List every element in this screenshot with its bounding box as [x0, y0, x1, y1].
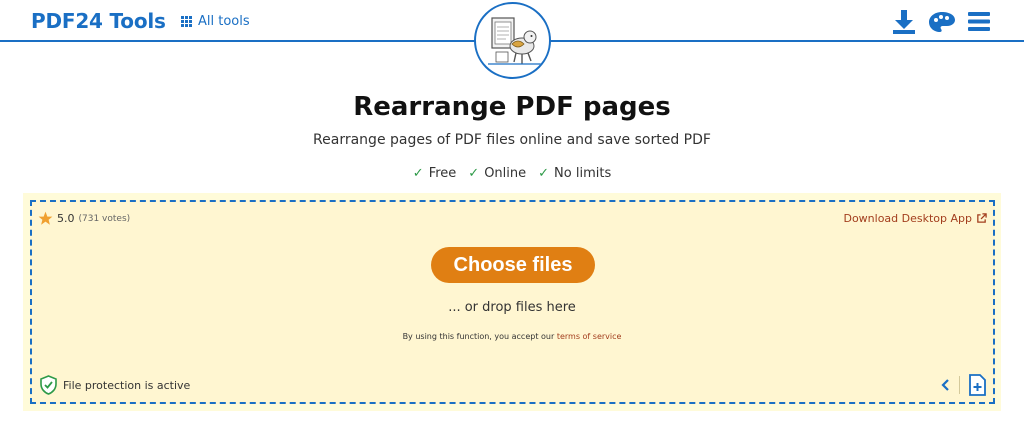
terms-prefix: By using this function, you accept our — [402, 332, 555, 341]
desktop-app-label: Download Desktop App — [843, 212, 972, 225]
star-icon — [38, 211, 53, 225]
checkmark-icon: ✓ — [468, 166, 480, 181]
all-tools-link[interactable]: All tools — [181, 14, 250, 29]
checkmark-icon: ✓ — [412, 166, 424, 181]
top-header: PDF24 Tools All tools — [0, 0, 1024, 79]
all-tools-label: All tools — [198, 14, 250, 29]
file-protection-status: File protection is active — [40, 375, 190, 395]
feature-item: ✓ No limits — [538, 166, 611, 181]
feature-list: ✓ Free ✓ Online ✓ No limits — [0, 166, 1024, 181]
rating-summary[interactable]: 5.0 (731 votes) — [38, 211, 130, 226]
protection-label: File protection is active — [63, 378, 191, 392]
feature-item: ✓ Online — [468, 166, 526, 181]
checkmark-icon: ✓ — [538, 166, 550, 181]
feature-label: Free — [428, 166, 457, 181]
add-file-icon[interactable] — [966, 374, 988, 396]
feature-item: ✓ Free — [413, 166, 457, 181]
drop-files-hint: ... or drop files here — [448, 300, 576, 315]
rating-votes: (731 votes) — [78, 213, 131, 224]
feature-label: No limits — [554, 166, 612, 181]
page-subtitle: Rearrange pages of PDF files online and … — [313, 132, 711, 148]
choose-files-button[interactable]: Choose files — [431, 247, 595, 283]
feature-label: Online — [484, 166, 527, 181]
toolbar-divider — [959, 376, 960, 394]
palette-icon[interactable] — [928, 11, 956, 33]
terms-notice: By using this function, you accept our t… — [0, 332, 1024, 341]
download-icon[interactable] — [892, 9, 916, 35]
external-link-icon — [977, 213, 987, 223]
page-title: Rearrange PDF pages — [353, 92, 671, 122]
mascot-logo[interactable] — [474, 2, 551, 79]
download-desktop-app-link[interactable]: Download Desktop App — [843, 212, 987, 225]
menu-icon[interactable] — [968, 12, 990, 31]
terms-of-service-link[interactable]: terms of service — [557, 332, 622, 341]
grid-icon — [181, 16, 192, 27]
chevron-left-icon[interactable] — [941, 378, 951, 392]
rating-value: 5.0 — [57, 212, 75, 225]
mascot-illustration-icon — [488, 17, 542, 65]
shield-check-icon — [40, 375, 57, 395]
brand-logo-text[interactable]: PDF24 Tools — [31, 9, 166, 33]
